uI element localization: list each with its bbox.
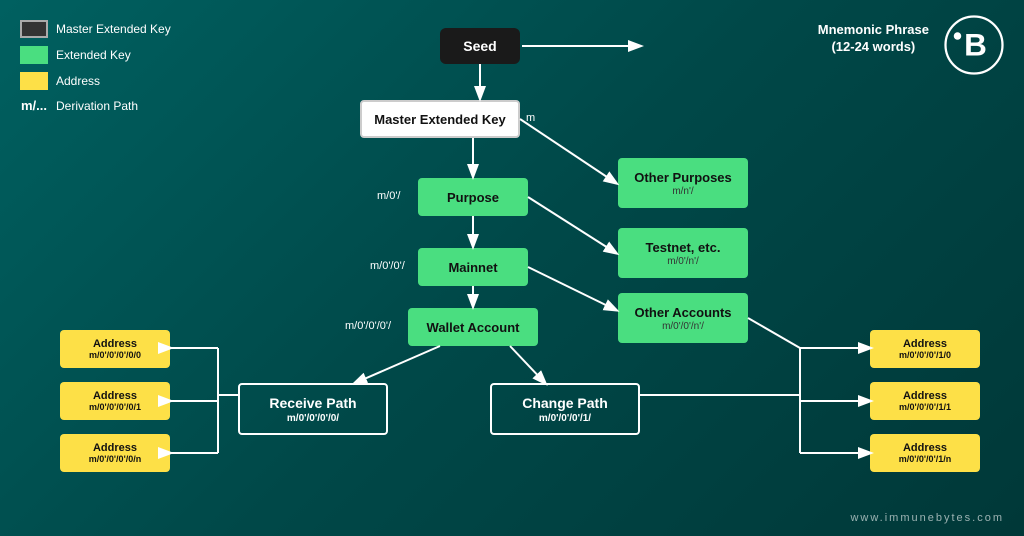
change-path-node: Change Path m/0'/0'/0'/1/ — [490, 383, 640, 435]
master-ext-node: Master Extended Key — [360, 100, 520, 138]
address-box-1: Address m/0'/0'/0'/0/0 — [60, 330, 170, 368]
svg-text:B: B — [964, 27, 987, 63]
legend-master-box — [20, 20, 48, 38]
wallet-path-label: m/0'/0'/0'/ — [345, 320, 391, 332]
address-box-2: Address m/0'/0'/0'/0/1 — [60, 382, 170, 420]
address-box-5: Address m/0'/0'/0'/1/1 — [870, 382, 980, 420]
mnemonic-label: Mnemonic Phrase (12-24 words) — [818, 22, 929, 56]
wallet-account-node: Wallet Account — [408, 308, 538, 346]
master-m-label: m — [526, 112, 535, 124]
website-label: www.immunebytes.com — [850, 512, 1004, 524]
legend-extended: Extended Key — [20, 46, 171, 64]
address-box-3: Address m/0'/0'/0'/0/n — [60, 434, 170, 472]
legend-address-label: Address — [56, 74, 100, 88]
purpose-node: Purpose — [418, 178, 528, 216]
address-box-4: Address m/0'/0'/0'/1/0 — [870, 330, 980, 368]
legend-extended-box — [20, 46, 48, 64]
mainnet-node: Mainnet — [418, 248, 528, 286]
legend-master-label: Master Extended Key — [56, 22, 171, 36]
logo: B — [944, 15, 1004, 75]
legend-address: Address — [20, 72, 171, 90]
mainnet-path-label: m/0'/0'/ — [370, 260, 405, 272]
seed-node: Seed — [440, 28, 520, 64]
legend-path: m/... Derivation Path — [20, 98, 171, 113]
legend-address-box — [20, 72, 48, 90]
legend-master: Master Extended Key — [20, 20, 171, 38]
purpose-path-label: m/0'/ — [377, 190, 401, 202]
receive-path-node: Receive Path m/0'/0'/0'/0/ — [238, 383, 388, 435]
legend-path-symbol: m/... — [20, 98, 48, 113]
testnet-node: Testnet, etc. m/0'/n'/ — [618, 228, 748, 278]
legend: Master Extended Key Extended Key Address… — [20, 20, 171, 113]
other-accounts-node: Other Accounts m/0'/0'/n'/ — [618, 293, 748, 343]
legend-extended-label: Extended Key — [56, 48, 131, 62]
legend-derivation-label: Derivation Path — [56, 99, 138, 113]
other-purposes-node: Other Purposes m/n'/ — [618, 158, 748, 208]
address-box-6: Address m/0'/0'/0'/1/n — [870, 434, 980, 472]
